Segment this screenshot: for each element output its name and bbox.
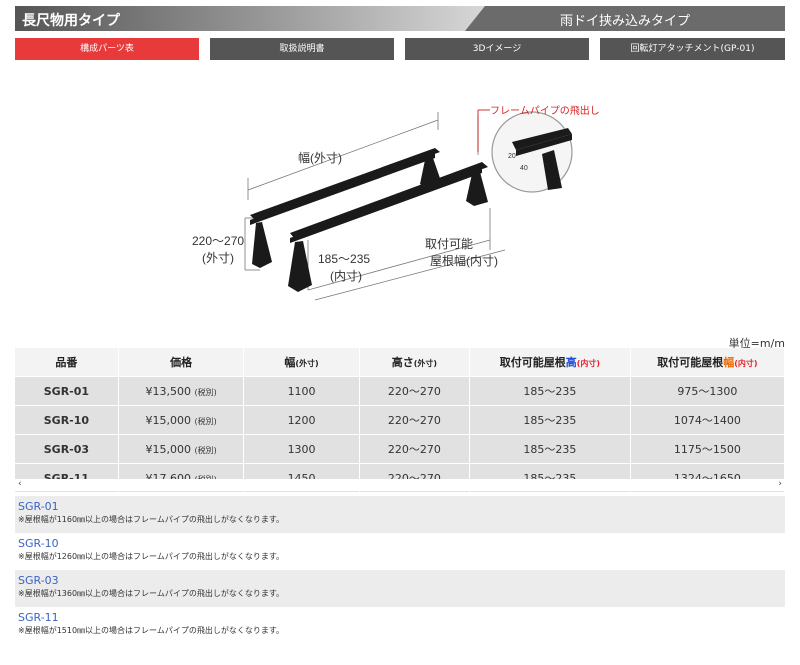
- tab-3d-image[interactable]: 3Dイメージ: [405, 38, 589, 60]
- height-label-1: 220～270: [192, 234, 244, 248]
- tab-parts-list[interactable]: 構成パーツ表: [15, 38, 199, 60]
- col-height: 高さ(外寸): [359, 348, 471, 377]
- list-item: SGR-11 ※屋根幅が1510㎜以上の場合はフレームパイプの飛出しがなくなりま…: [15, 607, 785, 644]
- spec-table: 品番 価格 幅(外寸) 高さ(外寸) 取付可能屋根高(内寸) 取付可能屋根幅(内…: [15, 348, 786, 492]
- header-right-title: 雨ドイ挟み込みタイプ: [559, 14, 690, 29]
- scroll-right-icon[interactable]: ›: [778, 479, 782, 489]
- cell-width: 1300: [243, 434, 360, 464]
- note-text: ※屋根幅が1160㎜以上の場合はフレームパイプの飛出しがなくなります。: [18, 515, 285, 524]
- cell-width: 1200: [243, 405, 360, 435]
- col-price: 価格: [118, 348, 245, 377]
- cell-model: SGR-03: [15, 434, 119, 464]
- col-width: 幅(外寸): [243, 348, 360, 377]
- header-left-title: 長尺物用タイプ: [22, 13, 120, 29]
- table-header-row: 品番 価格 幅(外寸) 高さ(外寸) 取付可能屋根高(内寸) 取付可能屋根幅(内…: [15, 348, 786, 377]
- cell-price: ¥15,000 (税別): [118, 434, 245, 464]
- roof-width-label-1: 取付可能: [425, 237, 473, 251]
- cell-height: 220～270: [359, 405, 471, 435]
- cell-roof-height: 185～235: [469, 405, 631, 435]
- cell-roof-height: 185～235: [469, 376, 631, 406]
- height-label-2: (外寸): [202, 251, 234, 265]
- col-model: 品番: [15, 348, 119, 377]
- table-row: SGR-10 ¥15,000 (税別) 1200 220～270 185～235…: [15, 405, 786, 435]
- cell-roof-width: 975～1300: [630, 376, 786, 406]
- list-item: SGR-01 ※屋根幅が1160㎜以上の場合はフレームパイプの飛出しがなくなりま…: [15, 496, 785, 533]
- tab-attachment[interactable]: 回転灯アタッチメント(GP-01): [600, 38, 785, 60]
- note-model: SGR-10: [18, 537, 59, 550]
- cell-roof-height: 185～235: [469, 434, 631, 464]
- cell-model: SGR-01: [15, 376, 119, 406]
- cell-model: SGR-10: [15, 405, 119, 435]
- cell-width: 1100: [243, 376, 360, 406]
- cell-roof-width: 1074～1400: [630, 405, 786, 435]
- roof-height-label-2: (内寸): [330, 269, 362, 283]
- cell-price: ¥13,500 (税別): [118, 376, 245, 406]
- tab-manual[interactable]: 取扱説明書: [210, 38, 394, 60]
- note-text: ※屋根幅が1260㎜以上の場合はフレームパイプの飛出しがなくなります。: [18, 552, 285, 561]
- tab-bar: 構成パーツ表 取扱説明書 3Dイメージ 回転灯アタッチメント(GP-01): [15, 38, 785, 60]
- roof-width-label-2: 屋根幅(内寸): [430, 253, 498, 268]
- product-diagram: フレームパイプの飛出し 20 40 幅(外寸) 220～270 (外寸) 185…: [192, 104, 600, 301]
- dim-40: 40: [520, 165, 528, 172]
- note-model: SGR-11: [18, 611, 59, 624]
- scroll-left-icon[interactable]: ‹: [18, 479, 22, 489]
- list-item: SGR-03 ※屋根幅が1360㎜以上の場合はフレームパイプの飛出しがなくなりま…: [15, 570, 785, 607]
- col-roof-height: 取付可能屋根高(内寸): [469, 348, 631, 377]
- note-text: ※屋根幅が1510㎜以上の場合はフレームパイプの飛出しがなくなります。: [18, 626, 285, 635]
- table-row: SGR-03 ¥15,000 (税別) 1300 220～270 185～235…: [15, 434, 786, 464]
- list-item: SGR-10 ※屋根幅が1260㎜以上の場合はフレームパイプの飛出しがなくなりま…: [15, 533, 785, 570]
- cell-height: 220～270: [359, 376, 471, 406]
- cell-roof-width: 1175～1500: [630, 434, 786, 464]
- note-text: ※屋根幅が1360㎜以上の場合はフレームパイプの飛出しがなくなります。: [18, 589, 285, 598]
- width-outer-label: 幅(外寸): [298, 150, 342, 165]
- roof-height-label-1: 185～235: [318, 252, 370, 266]
- note-model: SGR-01: [18, 500, 59, 513]
- cell-height: 220～270: [359, 434, 471, 464]
- note-model: SGR-03: [18, 574, 59, 587]
- dim-20: 20: [508, 153, 516, 160]
- table-horizontal-scrollbar[interactable]: ‹ ›: [15, 479, 785, 491]
- col-roof-width: 取付可能屋根幅(内寸): [630, 348, 786, 377]
- table-row: SGR-01 ¥13,500 (税別) 1100 220～270 185～235…: [15, 376, 786, 406]
- header-left-panel: 長尺物用タイプ: [15, 6, 485, 31]
- notes-list: SGR-01 ※屋根幅が1160㎜以上の場合はフレームパイプの飛出しがなくなりま…: [15, 496, 785, 644]
- pipe-protrusion-label: フレームパイプの飛出し: [490, 104, 600, 117]
- cell-price: ¥15,000 (税別): [118, 405, 245, 435]
- page-header: 長尺物用タイプ 雨ドイ挟み込みタイプ: [15, 6, 785, 31]
